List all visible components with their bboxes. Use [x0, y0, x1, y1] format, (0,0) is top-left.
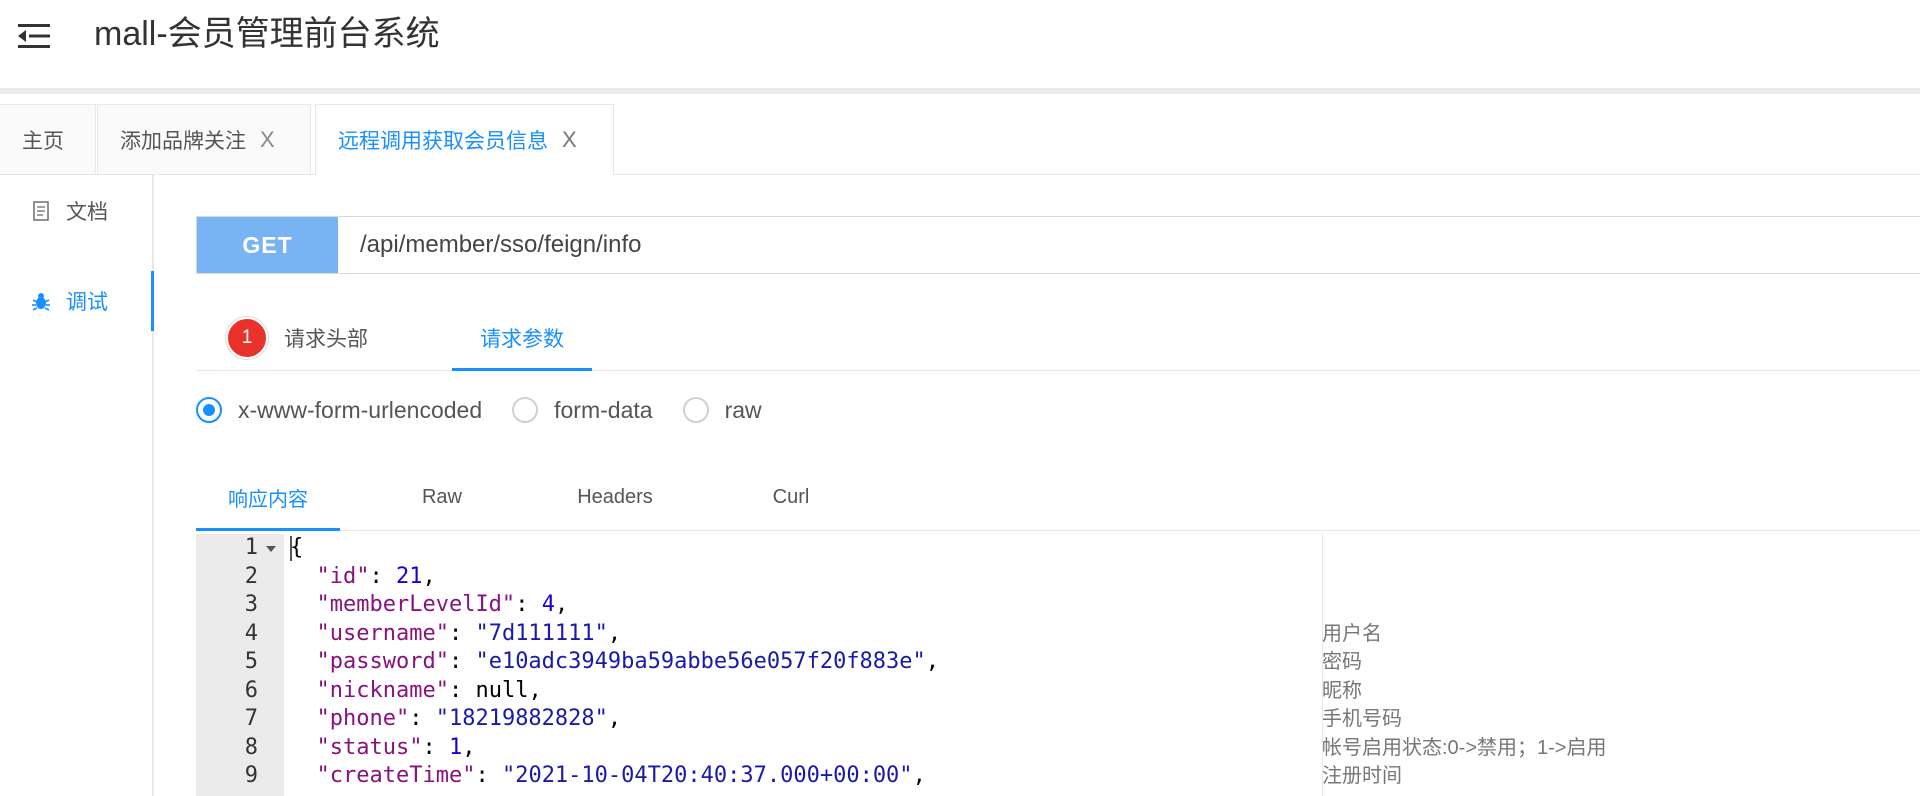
fold-arrow-icon[interactable]: [266, 546, 276, 552]
line-number: 9: [244, 763, 258, 788]
line-number: 1: [244, 535, 258, 560]
tab-add-brand-follow[interactable]: 添加品牌关注 X: [97, 104, 311, 174]
json-value: "18219882828": [435, 706, 608, 731]
tab-label: 响应内容: [228, 488, 308, 511]
tab-home[interactable]: 主页: [0, 104, 96, 174]
radio-indicator[interactable]: [682, 397, 709, 423]
http-method-button[interactable]: GET: [197, 217, 338, 273]
json-value: 4: [541, 592, 555, 617]
request-url-input[interactable]: [338, 217, 1920, 273]
line-number: 8: [244, 734, 258, 760]
tab-label: Headers: [577, 485, 653, 508]
json-key: "id": [316, 563, 370, 589]
code-content: { "id": 21, "memberLevelId": 4, "usernam…: [290, 534, 1490, 791]
tab-label: 请求头部: [284, 328, 368, 351]
line-number-gutter: 1 2 3 4 5 6 7 8 9: [196, 534, 284, 796]
tab-label: 远程调用获取会员信息: [338, 130, 548, 153]
radio-raw[interactable]: raw: [682, 396, 762, 424]
field-comment: 手机号码: [1322, 708, 1402, 730]
json-value: 21: [395, 563, 423, 589]
tab-request-params[interactable]: 请求参数: [452, 306, 592, 371]
close-icon[interactable]: X: [562, 127, 577, 153]
radio-label: form-data: [554, 396, 653, 423]
json-key: "createTime": [316, 763, 476, 788]
field-comment: 用户名: [1322, 622, 1382, 645]
json-value: "e10adc3949ba59abbe56e057f20f883e": [475, 649, 926, 674]
line-number: 3: [244, 592, 258, 617]
tab-request-headers[interactable]: 1 请求头部: [226, 306, 368, 370]
json-key: "phone": [316, 706, 410, 731]
code-line: "password": "e10adc3949ba59abbe56e057f20…: [316, 649, 940, 674]
line-number: 6: [244, 677, 258, 703]
radio-x-www-form-urlencoded[interactable]: x-www-form-urlencoded: [196, 397, 482, 424]
app-header: mall-会员管理前台系统: [0, 0, 1920, 88]
radio-form-data[interactable]: form-data: [512, 396, 653, 424]
tab-response-headers[interactable]: Headers: [570, 464, 660, 530]
json-key: "nickname": [316, 677, 449, 703]
json-value: "7d111111": [475, 620, 608, 646]
response-tabs: 响应内容 Raw Headers Curl: [196, 464, 1920, 531]
code-line: "status": 1,: [316, 734, 476, 760]
code-line: "nickname": null,: [316, 677, 542, 703]
tab-label: Curl: [772, 485, 810, 508]
tab-response-curl[interactable]: Curl: [766, 464, 816, 530]
app-title: mall-会员管理前台系统: [94, 15, 440, 53]
tab-response-raw[interactable]: Raw: [412, 464, 472, 530]
field-comment: 昵称: [1322, 679, 1362, 702]
field-comment: 帐号启用状态:0->禁用；1->启用: [1322, 736, 1607, 759]
tab-response-content[interactable]: 响应内容: [196, 464, 340, 531]
header-count-badge: 1: [226, 317, 268, 359]
tab-label: 请求参数: [480, 328, 564, 351]
code-line: "phone": "18219882828",: [316, 706, 622, 731]
code-line: "memberLevelId": 4,: [316, 592, 569, 617]
json-value: null: [475, 677, 529, 703]
json-key: "username": [316, 620, 449, 646]
tab-label: 主页: [22, 129, 64, 153]
menu-toggle-icon[interactable]: [16, 18, 52, 54]
code-line: "username": "7d111111",: [316, 620, 622, 646]
code-line: {: [290, 535, 304, 560]
field-comment: 注册时间: [1322, 765, 1402, 787]
sidebar-item-label: 调试: [66, 291, 108, 314]
radio-indicator[interactable]: [196, 397, 222, 423]
line-number: 2: [244, 563, 258, 589]
line-number: 5: [244, 649, 258, 674]
radio-label: raw: [724, 396, 762, 423]
sidebar-item-label: 文档: [66, 201, 108, 224]
json-value: 1: [448, 734, 463, 760]
body-type-radio-group: x-www-form-urlencoded form-data raw: [196, 390, 792, 430]
tab-label: Raw: [421, 485, 462, 508]
json-value: "2021-10-04T20:40:37.000+00:00": [501, 763, 913, 788]
code-line: "id": 21,: [316, 563, 436, 589]
api-sidebar: 文档 调试: [0, 175, 154, 796]
line-number: 4: [244, 620, 258, 646]
request-url-bar: GET: [196, 216, 1920, 274]
page-tabs: 主页 添加品牌关注 X 远程调用获取会员信息 X: [0, 94, 1920, 175]
json-key: "memberLevelId": [316, 592, 516, 617]
code-line: "createTime": "2021-10-04T20:40:37.000+0…: [316, 763, 926, 788]
radio-indicator[interactable]: [512, 397, 539, 423]
tab-remote-member-info[interactable]: 远程调用获取会员信息 X: [315, 104, 614, 175]
tab-label: 添加品牌关注: [120, 129, 246, 153]
document-icon: [30, 200, 52, 222]
close-icon[interactable]: X: [260, 127, 275, 153]
sidebar-item-debug[interactable]: 调试: [0, 271, 154, 331]
field-comment: 密码: [1322, 651, 1362, 673]
sidebar-item-docs[interactable]: 文档: [0, 181, 152, 241]
response-code-editor[interactable]: 1 2 3 4 5 6 7 8 9 { "id": 21, "memberLev…: [196, 534, 1920, 796]
json-key: "password": [316, 649, 449, 674]
radio-label: x-www-form-urlencoded: [238, 396, 483, 423]
bug-icon: [30, 290, 52, 312]
line-number: 7: [244, 706, 258, 731]
json-key: "status": [316, 734, 423, 760]
request-tabs: 1 请求头部 请求参数: [196, 306, 1920, 371]
